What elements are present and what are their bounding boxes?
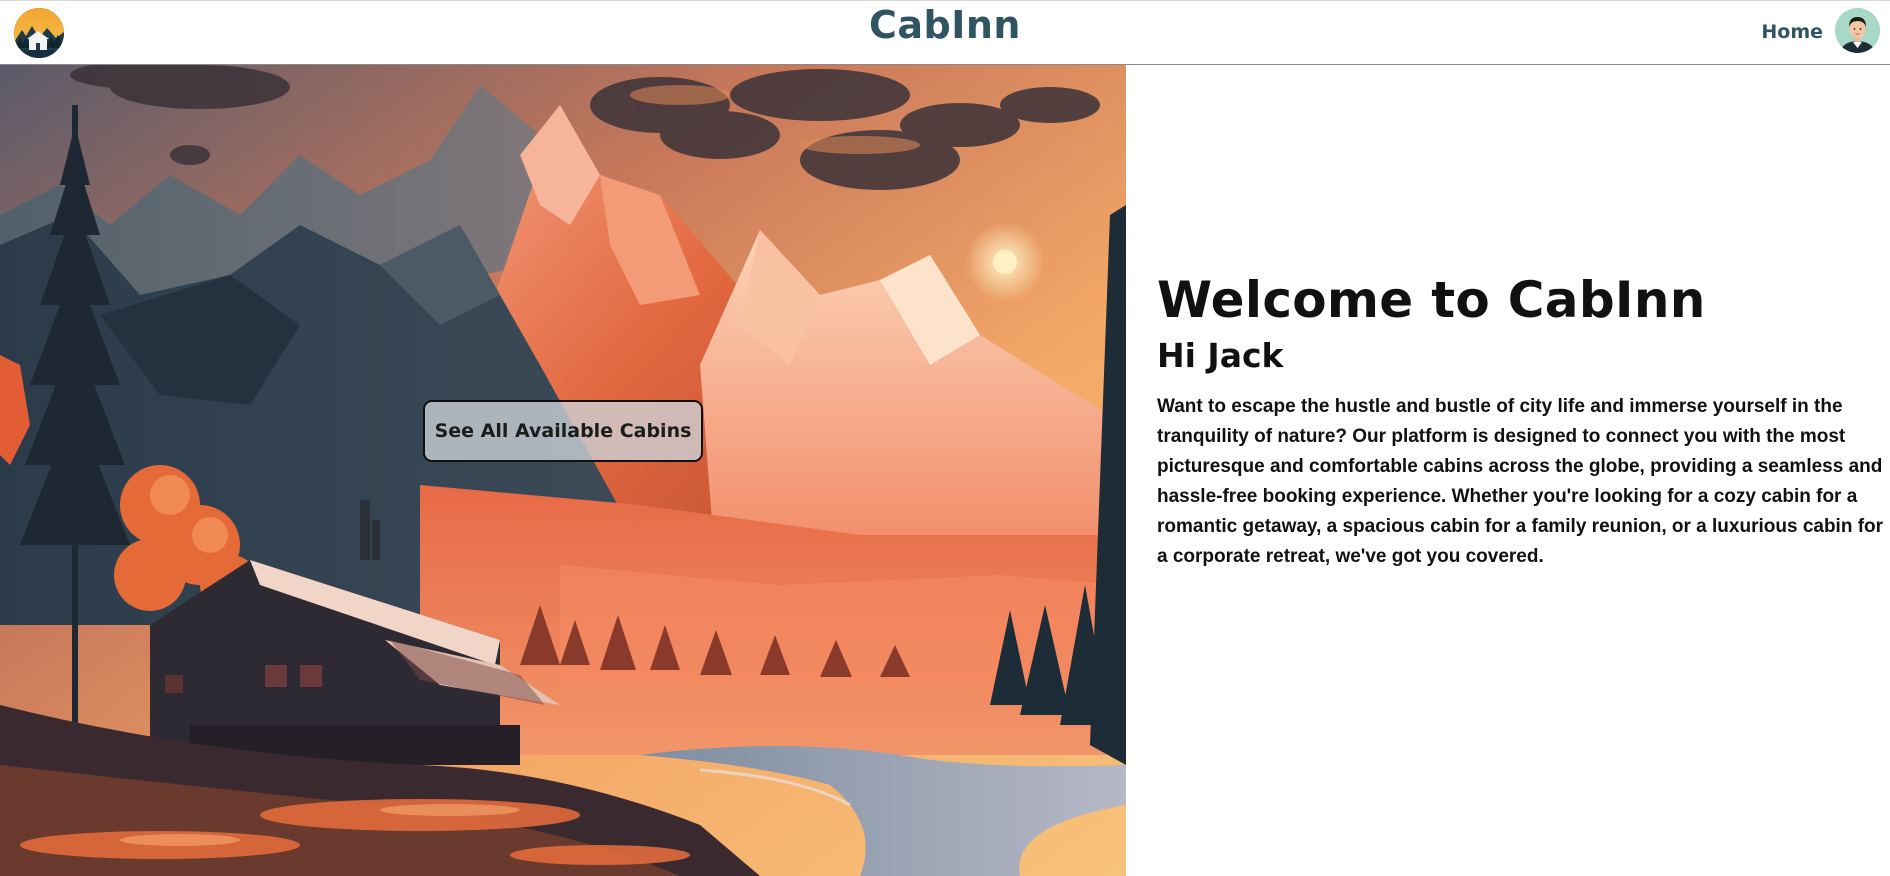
cabin-logo-icon[interactable] <box>14 8 64 58</box>
nav-home-link[interactable]: Home <box>1761 21 1823 43</box>
welcome-title: Welcome to CabInn <box>1157 271 1706 329</box>
hero-landscape-image: See All Available Cabins <box>0 65 1126 876</box>
brand-title: CabInn <box>869 3 1021 47</box>
see-all-cabins-button[interactable]: See All Available Cabins <box>423 400 703 462</box>
user-avatar-icon[interactable] <box>1835 8 1880 53</box>
top-navbar: CabInn Home <box>0 0 1890 65</box>
intro-description: Want to escape the hustle and bustle of … <box>1157 396 1884 567</box>
user-greeting: Hi Jack <box>1157 336 1284 375</box>
intro-panel: Welcome to CabInn Hi Jack Want to escape… <box>1157 268 1890 572</box>
